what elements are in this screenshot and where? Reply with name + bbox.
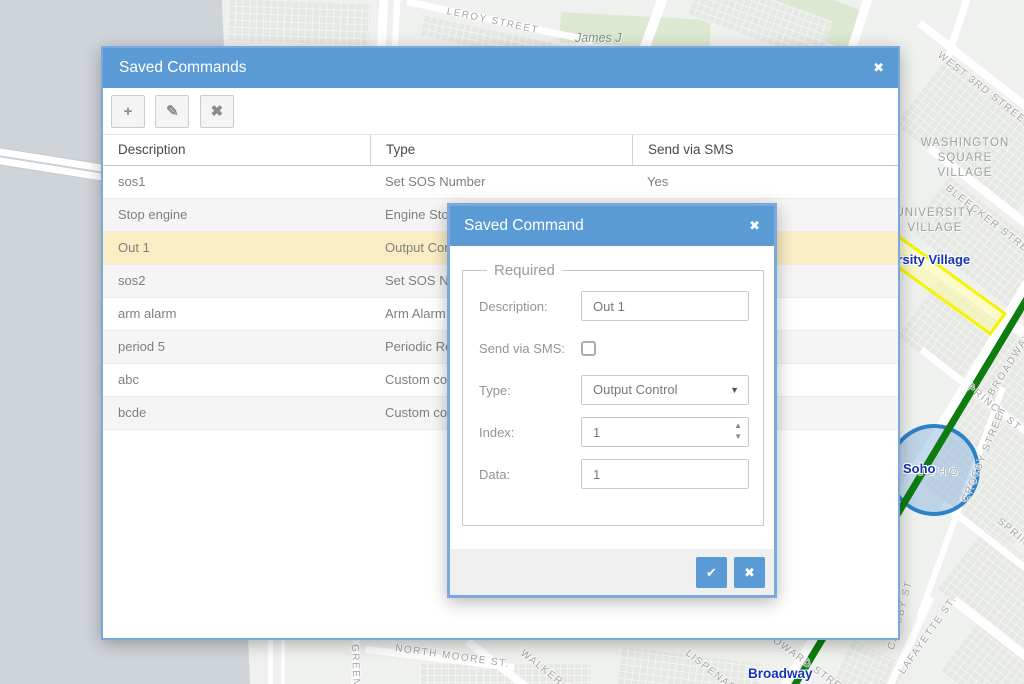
sms-field-row: Send via SMS:	[479, 333, 749, 363]
poi-label-broadway: Broadway	[748, 666, 813, 681]
sms-checkbox[interactable]	[581, 341, 596, 356]
table-header: Description Type Send via SMS	[103, 135, 898, 166]
description-field-row: Description:	[479, 291, 749, 321]
saved-commands-header[interactable]: Saved Commands ✖	[103, 48, 898, 88]
description-label: Description:	[479, 299, 581, 314]
type-select[interactable]: Output Control ▼	[581, 375, 749, 405]
column-header-sms[interactable]: Send via SMS	[632, 135, 898, 165]
confirm-button[interactable]: ✔	[696, 557, 727, 588]
cell-description: sos1	[103, 166, 370, 198]
delete-command-button[interactable]: ✖	[200, 95, 234, 128]
road	[281, 638, 285, 684]
description-input[interactable]	[581, 291, 749, 321]
spinner-down-icon[interactable]: ▼	[734, 431, 742, 442]
edit-command-button[interactable]: ✎	[155, 95, 189, 128]
cell-description: bcde	[103, 397, 370, 429]
index-spinner: ▲ ▼	[581, 417, 749, 447]
type-select-value: Output Control	[593, 382, 678, 397]
chevron-down-icon: ▼	[730, 376, 739, 404]
type-label: Type:	[479, 383, 581, 398]
saved-command-header[interactable]: Saved Command ✖	[450, 206, 774, 246]
spinner-arrows[interactable]: ▲ ▼	[734, 420, 742, 442]
cell-description: period 5	[103, 331, 370, 363]
cancel-button[interactable]: ✖	[734, 557, 765, 588]
close-icon[interactable]: ✖	[749, 206, 760, 246]
sms-label: Send via SMS:	[479, 341, 581, 356]
data-field-row: Data:	[479, 459, 749, 489]
plus-icon: +	[124, 103, 133, 120]
table-row[interactable]: sos1 Set SOS Number Yes	[103, 166, 898, 199]
index-label: Index:	[479, 425, 581, 440]
cell-description: Stop engine	[103, 199, 370, 231]
cell-type: Set SOS Number	[370, 166, 632, 198]
park-label-james-j: James J	[575, 31, 622, 45]
required-fieldset: Required Description: Send via SMS: Type…	[462, 262, 764, 526]
saved-command-dialog: Saved Command ✖ Required Description: Se…	[447, 203, 777, 598]
area-label-washington-square-village: WASHINGTON SQUARE VILLAGE	[903, 136, 1024, 181]
street-label-greenwich: GREENWICH ST	[349, 644, 363, 684]
x-icon: ✖	[211, 103, 224, 120]
index-field-row: Index: ▲ ▼	[479, 417, 749, 447]
cell-description: abc	[103, 364, 370, 396]
x-icon: ✖	[744, 565, 755, 580]
data-input[interactable]	[581, 459, 749, 489]
cell-description: Out 1	[103, 232, 370, 264]
building-block	[227, 0, 370, 46]
saved-command-footer: ✔ ✖	[450, 549, 774, 595]
cell-sms: Yes	[632, 166, 898, 198]
road	[268, 638, 273, 684]
checkmark-icon: ✔	[706, 565, 717, 580]
column-header-description[interactable]: Description	[103, 135, 370, 165]
cell-description: arm alarm	[103, 298, 370, 330]
add-command-button[interactable]: +	[111, 95, 145, 128]
pencil-icon: ✎	[166, 103, 179, 120]
saved-command-title: Saved Command	[464, 217, 584, 234]
spinner-up-icon[interactable]: ▲	[734, 420, 742, 431]
saved-commands-title: Saved Commands	[119, 59, 247, 76]
type-field-row: Type: Output Control ▼	[479, 375, 749, 405]
commands-toolbar: + ✎ ✖	[103, 88, 898, 135]
close-icon[interactable]: ✖	[873, 48, 884, 88]
data-label: Data:	[479, 467, 581, 482]
index-input[interactable]	[581, 417, 749, 447]
required-legend: Required	[487, 262, 562, 279]
column-header-type[interactable]: Type	[370, 135, 632, 165]
cell-description: sos2	[103, 265, 370, 297]
poi-label-soho: Soho	[903, 461, 936, 476]
